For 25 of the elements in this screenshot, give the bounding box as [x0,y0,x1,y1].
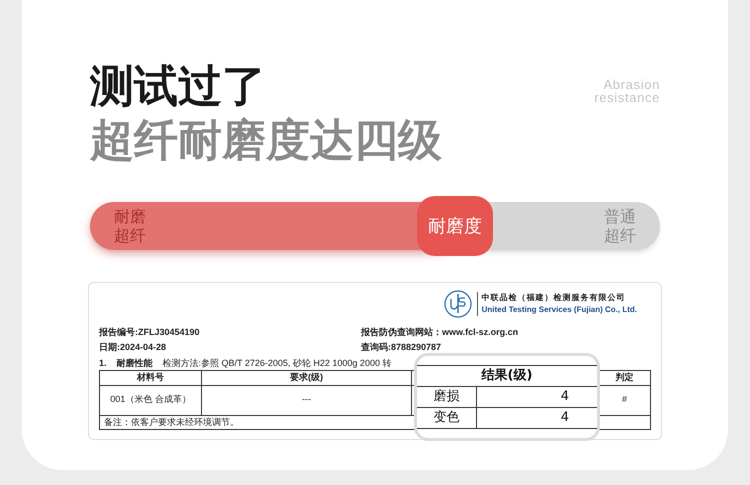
report-field: 查询码:8788290787 [361,340,651,355]
subheadline: 超纤耐磨度达四级 [90,114,442,168]
result-label: 磨损 [417,387,477,407]
company-name: 中联品检（福建）检测服务有限公司 [482,292,627,304]
report-field: 日期:2024-04-28 [99,340,361,355]
left-label: 耐磨 超纤 [114,207,146,245]
test-method: 检测方法:参照 QB/T 2726-2005, 砂轮 H22 1000g 2000 转 [162,357,392,370]
right-label: 普通 超纤 [604,207,636,245]
report-field: 报告编号:ZFLJ30454190 [99,325,361,340]
result-value: 4 [560,409,570,427]
section-number: 1. [99,357,107,370]
results-header: 结果(级) [417,365,597,387]
table-cell: 001（米色 合成革） [100,385,202,415]
table-cell: --- [202,385,412,415]
headline: 测试过了 [90,60,267,114]
result-label: 变色 [417,408,477,428]
report-field: 报告防伪查询网站：www.fcl-sz.org.cn [361,325,651,340]
column-header: 要求(级) [202,370,412,385]
caption: Abrasion resistance [594,78,660,107]
note: 备注：依客户要求未经环境调节。 [104,416,239,426]
rating-badge: 耐磨度 [416,196,493,256]
company-english-name: United Testing Services (Fujian) Co., Ltd. [482,304,637,316]
result-value: 4 [560,388,570,406]
section-title: 耐磨性能 [116,357,153,370]
column-header: 材料号 [100,370,202,385]
